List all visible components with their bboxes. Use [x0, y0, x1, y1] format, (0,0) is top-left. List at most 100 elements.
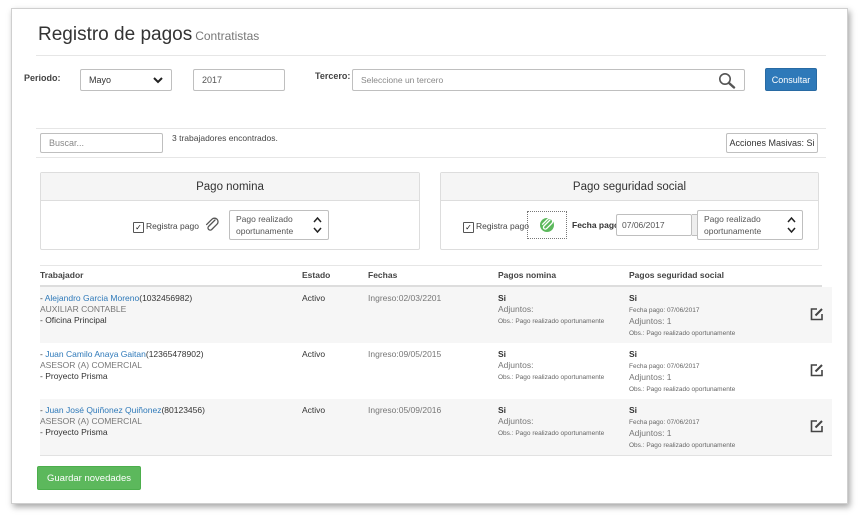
fecha-pago-label: Fecha pago: — [572, 220, 623, 230]
ss-fecha: Fecha pago: 07/06/2017 — [629, 307, 700, 314]
col-header-pagos-nomina: Pagos nomina — [498, 270, 557, 280]
nomina-obs: Obs.: Pago realizado oportunamente — [498, 374, 605, 381]
year-input[interactable]: 2017 — [193, 69, 285, 91]
cell-pagos-seguridad: Si Fecha pago: 07/06/2017 Adjuntos: 1 Ob… — [629, 293, 779, 339]
fecha-pago-input[interactable]: 07/06/2017 — [616, 214, 692, 236]
tercero-placeholder: Seleccione un tercero — [361, 75, 444, 85]
worker-doc: (12365478902) — [145, 349, 204, 359]
worker-doc: (80123456) — [161, 405, 205, 415]
ss-fecha: Fecha pago: 07/06/2017 — [629, 419, 700, 426]
buscar-input[interactable]: Buscar... — [40, 133, 163, 153]
cell-estado: Activo — [302, 349, 326, 359]
consultar-button[interactable]: Consultar — [765, 68, 817, 91]
nomina-registra-label: Registra pago — [146, 221, 199, 231]
col-header-pagos-seguridad: Pagos seguridad social — [629, 270, 724, 280]
panel-pago-seguridad-social: Pago seguridad social ✓ Registra pago Fec… — [440, 172, 819, 250]
nomina-si: Si — [498, 405, 507, 415]
up-down-icon — [787, 216, 796, 234]
ss-obs: Obs.: Pago realizado oportunamente — [629, 442, 736, 449]
nomina-adjuntos: Adjuntos: — [498, 304, 534, 314]
nomina-adjuntos: Adjuntos: — [498, 416, 534, 426]
ss-adjuntos: Adjuntos: 1 — [629, 316, 672, 326]
cell-trabajador: - Alejandro Garcia Moreno(1032456982) AU… — [40, 293, 193, 325]
nomina-adjuntos: Adjuntos: — [498, 360, 534, 370]
cell-fecha: Ingreso:09/05/2015 — [368, 349, 442, 359]
edit-icon[interactable] — [810, 419, 824, 433]
cell-fecha: Ingreso:02/03/2201 — [368, 293, 442, 303]
panel-pago-nomina: Pago nomina ✓ Registra pago Pago realizad… — [40, 172, 420, 250]
seguridad-select-line1: Pago realizado — [704, 214, 761, 224]
cell-pagos-nomina: Si Adjuntos: Obs.: Pago realizado oportu… — [498, 293, 623, 327]
ss-adjuntos: Adjuntos: 1 — [629, 428, 672, 438]
search-icon[interactable] — [718, 72, 736, 89]
fecha-pago-value: 07/06/2017 — [622, 220, 665, 230]
nomina-registra-checkbox[interactable]: ✓ Registra pago — [133, 221, 199, 233]
edit-icon[interactable] — [810, 307, 824, 321]
ss-si: Si — [629, 293, 638, 303]
table-row: - Juan José Quiñonez Quiñonez(80123456) … — [40, 399, 832, 456]
results-count: 3 trabajadores encontrados. — [172, 133, 278, 143]
worker-name-link[interactable]: Juan Camilo Anaya Gaitan — [45, 349, 146, 359]
ss-si: Si — [629, 349, 638, 359]
divider — [36, 128, 826, 129]
worker-role: AUXILIAR CONTABLE — [40, 304, 127, 314]
worker-place: - Proyecto Prisma — [40, 427, 108, 437]
cell-fecha: Ingreso:05/09/2016 — [368, 405, 442, 415]
seguridad-registra-label: Registra pago — [476, 221, 529, 231]
edit-icon[interactable] — [810, 363, 824, 377]
page-title-text: Registro de pagos — [38, 24, 193, 45]
ss-obs: Obs.: Pago realizado oportunamente — [629, 330, 736, 337]
periodo-label: Periodo: — [24, 73, 61, 83]
col-header-fechas: Fechas — [368, 270, 398, 280]
checkbox-checked-icon[interactable]: ✓ — [133, 222, 144, 233]
up-down-icon — [313, 216, 322, 234]
acciones-masivas-button[interactable]: Acciones Masivas: Si — [726, 133, 818, 153]
checkbox-checked-icon[interactable]: ✓ — [463, 222, 474, 233]
worker-doc: (1032456982) — [139, 293, 193, 303]
seguridad-observacion-select[interactable]: Pago realizado oportunamente — [697, 210, 803, 240]
seguridad-attach-button[interactable] — [527, 211, 567, 239]
buscar-placeholder: Buscar... — [49, 138, 85, 148]
month-select-value: Mayo — [89, 75, 112, 85]
divider — [36, 157, 826, 158]
tercero-search-input[interactable]: Seleccione un tercero — [352, 69, 745, 91]
month-select[interactable]: Mayo — [80, 69, 172, 91]
page-title: Registro de pagos Contratistas — [38, 24, 259, 46]
seguridad-select-line2: oportunamente — [704, 226, 762, 236]
cell-pagos-seguridad: Si Fecha pago: 07/06/2017 Adjuntos: 1 Ob… — [629, 349, 779, 395]
seguridad-registra-checkbox[interactable]: ✓ Registra pago — [463, 221, 529, 233]
worker-place: - Oficina Principal — [40, 315, 107, 325]
table-row: - Juan Camilo Anaya Gaitan(12365478902) … — [40, 343, 832, 400]
worker-name-link[interactable]: Juan José Quiñonez Quiñonez — [45, 405, 161, 415]
nomina-si: Si — [498, 293, 507, 303]
cell-pagos-seguridad: Si Fecha pago: 07/06/2017 Adjuntos: 1 Ob… — [629, 405, 779, 451]
table-row: - Alejandro Garcia Moreno(1032456982) AU… — [40, 287, 832, 344]
divider — [36, 55, 826, 56]
tercero-label: Tercero: — [315, 71, 351, 81]
cell-estado: Activo — [302, 405, 326, 415]
panel-seguridad-title: Pago seguridad social — [441, 173, 818, 201]
col-header-trabajador: Trabajador — [40, 270, 84, 280]
ss-si: Si — [629, 405, 638, 415]
year-input-value: 2017 — [202, 75, 223, 85]
worker-role: ASESOR (A) COMERCIAL — [40, 416, 143, 426]
paperclip-icon[interactable] — [204, 217, 220, 233]
cell-trabajador: - Juan José Quiñonez Quiñonez(80123456) … — [40, 405, 205, 437]
ss-adjuntos: Adjuntos: 1 — [629, 372, 672, 382]
guardar-novedades-button[interactable]: Guardar novedades — [37, 466, 141, 490]
ss-obs: Obs.: Pago realizado oportunamente — [629, 386, 736, 393]
paperclip-icon — [540, 217, 554, 232]
worker-name-link[interactable]: Alejandro Garcia Moreno — [45, 293, 140, 303]
page-frame: Registro de pagos Contratistas Periodo: M… — [11, 8, 848, 504]
ss-fecha: Fecha pago: 07/06/2017 — [629, 363, 700, 370]
page-subtitle: Contratistas — [195, 29, 260, 43]
divider — [40, 265, 822, 266]
nomina-observacion-select[interactable]: Pago realizado oportunamente — [229, 210, 329, 240]
nomina-select-line2: oportunamente — [236, 226, 294, 236]
nomina-select-line1: Pago realizado — [236, 214, 293, 224]
col-header-estado: Estado — [302, 270, 331, 280]
worker-role: ASESOR (A) COMERCIAL — [40, 360, 143, 370]
panel-nomina-title: Pago nomina — [41, 173, 419, 201]
nomina-si: Si — [498, 349, 507, 359]
cell-pagos-nomina: Si Adjuntos: Obs.: Pago realizado oportu… — [498, 405, 623, 439]
